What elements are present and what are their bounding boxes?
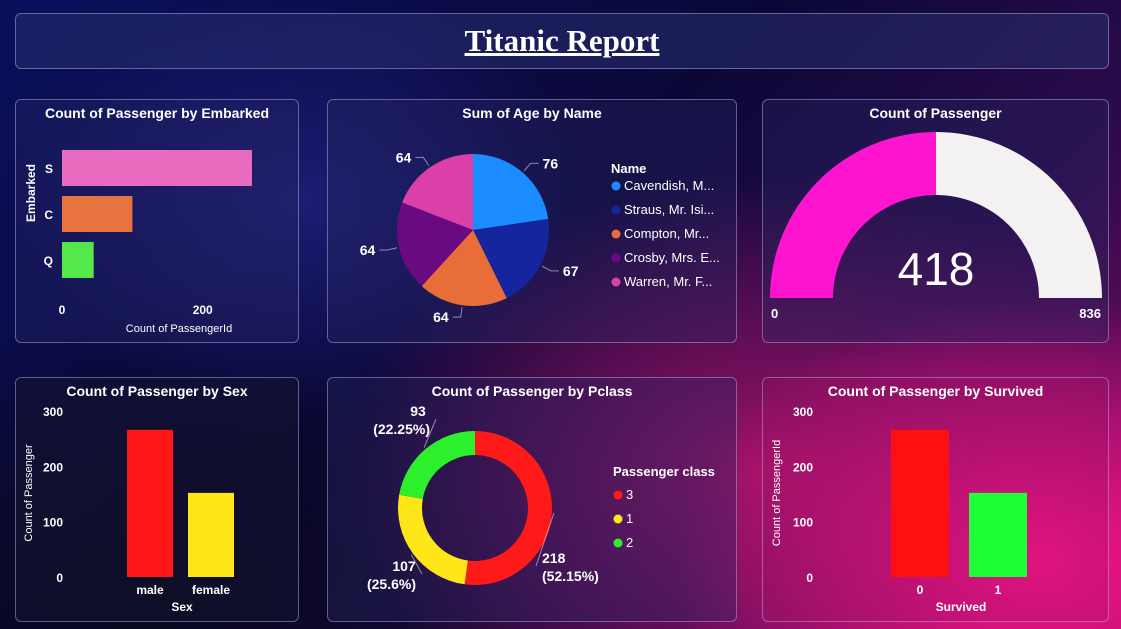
donut-data-percent-1: (25.6%): [367, 576, 416, 592]
sex-x-axis-title: Sex: [171, 600, 193, 614]
pie-legend-marker-0: [611, 181, 621, 191]
survived-y-tick-label-100: 100: [793, 516, 813, 530]
pie-legend-marker-3: [611, 253, 621, 263]
pie-legend-marker-4: [611, 277, 621, 287]
embarked-y-axis-title: Embarked: [24, 164, 38, 222]
bar-sex-female: [188, 492, 234, 577]
sex-x-tick-label-male: male: [136, 583, 164, 597]
survived-x-tick-label-0: 0: [917, 583, 924, 597]
donut-legend-label-2: 2: [626, 535, 633, 550]
bar-survived-1: [969, 492, 1027, 577]
survived-chart-card[interactable]: Count of Passenger by Survived Count of …: [762, 377, 1109, 622]
passenger-count-gauge: 418 0 836: [770, 132, 1102, 321]
survived-y-tick-label-0: 0: [806, 571, 813, 585]
pie-data-label-0: 76: [543, 155, 559, 171]
pie-data-label-4: 64: [396, 149, 412, 165]
gauge-value-label: 418: [898, 243, 975, 295]
survived-y-tick-label-300: 300: [793, 405, 813, 419]
pie-slice-0: [473, 154, 549, 230]
pie-data-label-3: 64: [360, 242, 376, 258]
x-tick-label-200: 200: [193, 303, 213, 317]
donut-data-value-1: 107: [392, 558, 416, 574]
donut-data-percent-2: (22.25%): [373, 421, 430, 437]
bar-embarked-c: [62, 196, 133, 232]
pclass-donut-chart: Passenger class 218 (52.15%) 107 (25.6%) 93 (…: [367, 403, 715, 592]
sex-y-tick-label-100: 100: [43, 516, 63, 530]
pie-leader-line-3: [379, 247, 398, 251]
donut-slice-2: [399, 431, 475, 499]
pie-data-label-2: 64: [433, 309, 449, 325]
donut-slice-3: [464, 431, 552, 585]
sex-y-tick-label-200: 200: [43, 460, 63, 474]
sex-x-tick-label-female: female: [192, 583, 230, 597]
pie-legend-label-4: Warren, Mr. F...: [624, 274, 712, 289]
y-tick-label-s: S: [45, 162, 53, 176]
age-by-name-pie-chart: Name 76 67 64 64 64 Cavendish, M... Straus, Mr…: [360, 149, 720, 325]
embarked-chart-card[interactable]: Count of Passenger by Embarked Embarked …: [15, 99, 299, 343]
survived-bar-chart: Count of PassengerId Survived 0 100 200 300…: [771, 405, 1027, 614]
pie-leader-line-4: [415, 156, 430, 166]
pie-legend-label-2: Compton, Mr...: [624, 226, 709, 241]
sex-y-axis-title: Count of Passenger: [23, 444, 35, 542]
survived-x-axis-title: Survived: [936, 600, 987, 614]
pie-leader-line-0: [523, 162, 539, 172]
pie-leader-line-1: [541, 265, 559, 272]
bar-embarked-s: [62, 150, 252, 186]
y-tick-label-c: C: [44, 208, 53, 222]
y-tick-label-q: Q: [44, 254, 53, 268]
pie-leader-line-2: [452, 307, 463, 318]
pie-legend-label-1: Straus, Mr. Isi...: [624, 202, 714, 217]
donut-legend-label-1: 1: [626, 511, 633, 526]
donut-legend-marker-1: [613, 514, 623, 524]
sex-bar-chart: Count of Passenger Sex 0 100 200 300 male fem…: [23, 405, 234, 614]
sex-y-tick-label-300: 300: [43, 405, 63, 419]
sex-chart-card[interactable]: Count of Passenger by Sex Count of Passe…: [15, 377, 299, 622]
survived-x-tick-label-1: 1: [995, 583, 1002, 597]
x-tick-label-0: 0: [59, 303, 66, 317]
sex-y-tick-label-0: 0: [56, 571, 63, 585]
embarked-bar-chart: Embarked Count of PassengerId S C Q 0 200: [24, 150, 252, 335]
survived-y-axis-title: Count of PassengerId: [771, 440, 783, 546]
donut-legend-title: Passenger class: [613, 464, 715, 479]
donut-data-percent-0: (52.15%): [542, 568, 599, 584]
donut-data-value-2: 93: [410, 403, 426, 419]
survived-y-tick-label-200: 200: [793, 460, 813, 474]
report-header: Titanic Report: [15, 13, 1109, 69]
pie-data-label-1: 67: [563, 263, 579, 279]
pie-legend-marker-1: [611, 205, 621, 215]
embarked-x-axis-title: Count of PassengerId: [126, 323, 232, 335]
donut-legend-marker-3: [613, 490, 623, 500]
pie-legend-title: Name: [611, 161, 646, 176]
report-title: Titanic Report: [464, 23, 660, 58]
pie-legend-label-0: Cavendish, M...: [624, 178, 714, 193]
bar-sex-male: [127, 429, 173, 577]
age-by-name-chart-card[interactable]: Sum of Age by Name Name 76 67 64 64 64 Cavend…: [327, 99, 737, 343]
passenger-count-card[interactable]: Count of Passenger 418 0 836: [762, 99, 1109, 343]
gauge-max-label: 836: [1079, 306, 1101, 321]
donut-legend-label-3: 3: [626, 487, 633, 502]
pie-legend-marker-2: [611, 229, 621, 239]
bar-survived-0: [891, 429, 949, 577]
bar-embarked-q: [62, 242, 94, 278]
gauge-min-label: 0: [771, 306, 778, 321]
donut-data-value-0: 218: [542, 550, 566, 566]
pclass-chart-card[interactable]: Count of Passenger by Pclass Passenger c…: [327, 377, 737, 622]
donut-legend-marker-2: [613, 538, 623, 548]
pie-legend-label-3: Crosby, Mrs. E...: [624, 250, 720, 265]
